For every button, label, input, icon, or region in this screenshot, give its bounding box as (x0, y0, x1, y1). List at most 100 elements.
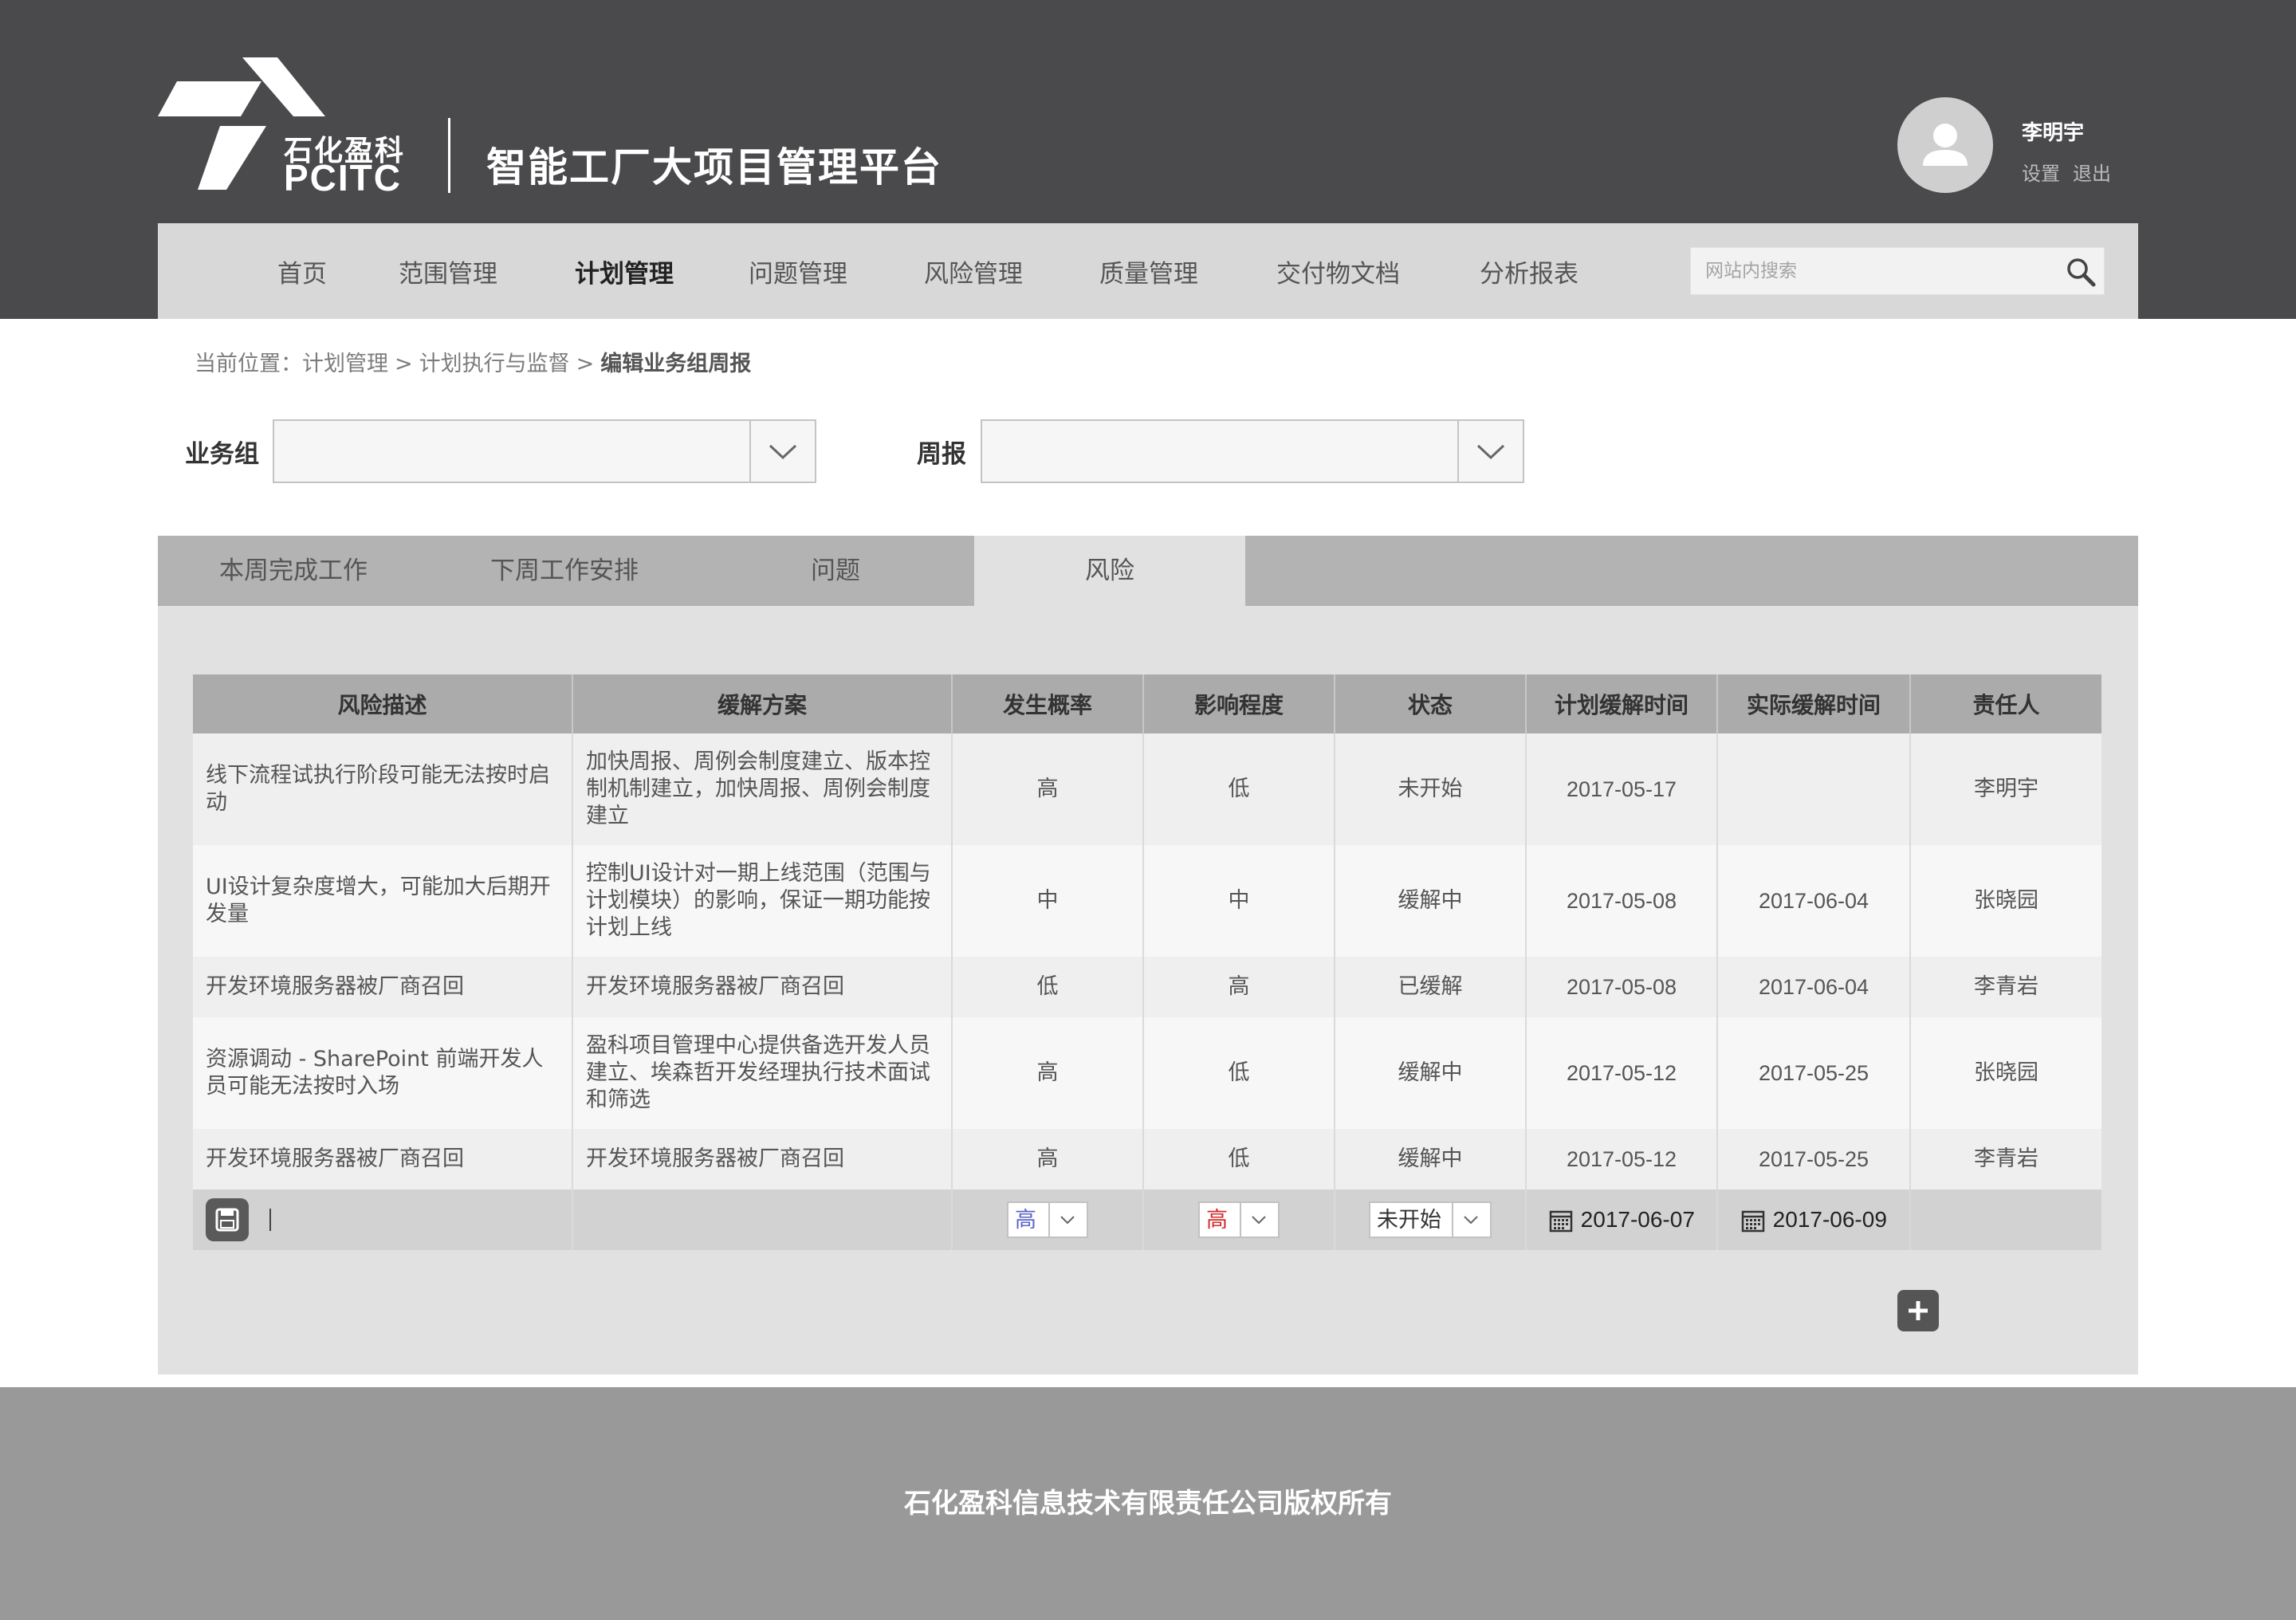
platform-title: 智能工厂大项目管理平台 (486, 144, 942, 191)
status-select-toggle[interactable] (1452, 1203, 1490, 1237)
tab-risks[interactable]: 风险 (974, 536, 1245, 606)
actual-date: 2017-05-25 (1717, 1017, 1911, 1129)
text-cursor (269, 1209, 271, 1231)
calendar-icon[interactable] (1548, 1208, 1574, 1233)
breadcrumb-separator: > (576, 352, 595, 376)
risk-description: UI设计复杂度增大，可能加大后期开发量 (193, 845, 573, 957)
footer-copyright: 石化盈科信息技术有限责任公司版权所有 (904, 1488, 1392, 1520)
risk-status: 缓解中 (1335, 1017, 1527, 1129)
risk-description: 资源调动 - SharePoint 前端开发人员可能无法按时入场 (193, 1017, 573, 1129)
risk-status: 缓解中 (1335, 1129, 1527, 1189)
risk-probability: 高 (952, 1017, 1144, 1129)
save-button[interactable] (206, 1198, 249, 1241)
group-select-toggle[interactable] (749, 421, 815, 482)
risk-description: 线下流程试执行阶段可能无法按时启动 (193, 733, 573, 845)
breadcrumb-separator: > (395, 352, 413, 376)
risk-owner: 李明宇 (1910, 733, 2101, 845)
search-box (1690, 247, 2105, 295)
planned-date-value: 2017-06-07 (1580, 1206, 1695, 1232)
impact-select-value: 高 (1206, 1208, 1228, 1233)
tab-issues[interactable]: 问题 (700, 536, 971, 606)
plus-icon (1909, 1301, 1928, 1320)
nav-item-risk[interactable]: 风险管理 (924, 254, 1023, 289)
planned-date-picker[interactable]: 2017-06-07 (1548, 1206, 1695, 1234)
table-row[interactable]: 线下流程试执行阶段可能无法按时启动 加快周报、周例会制度建立、版本控制机制建立，… (193, 733, 2101, 845)
planned-date: 2017-05-12 (1526, 1129, 1718, 1189)
risk-impact: 中 (1143, 845, 1335, 957)
settings-link[interactable]: 设置 (2022, 158, 2060, 186)
weekly-report-panel: 本周完成工作 下周工作安排 问题 风险 风险描述 缓解方案 发生概率 影响程度 … (158, 536, 2138, 1374)
chevron-down-icon (769, 444, 797, 460)
table-row[interactable]: 资源调动 - SharePoint 前端开发人员可能无法按时入场 盈科项目管理中… (193, 1017, 2101, 1129)
risk-impact: 低 (1143, 1017, 1335, 1129)
actual-date-picker[interactable]: 2017-06-09 (1740, 1206, 1887, 1234)
risk-mitigation: 盈科项目管理中心提供备选开发人员建立、埃森哲开发经理执行技术面试和筛选 (572, 1017, 953, 1129)
status-select-value: 未开始 (1377, 1208, 1441, 1233)
actual-date (1717, 733, 1911, 845)
probability-select-value: 高 (1015, 1208, 1036, 1233)
search-input[interactable] (1691, 248, 2070, 294)
status-select[interactable]: 未开始 (1369, 1201, 1492, 1238)
breadcrumb-item-plan[interactable]: 计划管理 (302, 352, 388, 376)
edit-row: 高 高 未开始 2017-06-07 2017-06-09 (193, 1189, 2101, 1250)
nav-item-scope[interactable]: 范围管理 (399, 254, 497, 289)
risk-impact: 低 (1143, 1129, 1335, 1189)
nav-item-deliverables[interactable]: 交付物文档 (1276, 254, 1400, 289)
table-row[interactable]: 开发环境服务器被厂商召回 开发环境服务器被厂商召回 低 高 已缓解 2017-0… (193, 957, 2101, 1017)
impact-select[interactable]: 高 (1198, 1201, 1280, 1238)
tab-next-week[interactable]: 下周工作安排 (429, 536, 700, 606)
column-header: 计划缓解时间 (1526, 674, 1718, 733)
column-header: 缓解方案 (572, 674, 953, 733)
risk-owner: 张晓园 (1910, 1017, 2101, 1129)
nav-item-reports[interactable]: 分析报表 (1480, 254, 1578, 289)
risk-mitigation: 加快周报、周例会制度建立、版本控制机制建立，加快周报、周例会制度建立 (572, 733, 953, 845)
save-icon (215, 1208, 239, 1232)
edit-planned-date-cell: 2017-06-07 (1526, 1189, 1718, 1250)
table-header-row: 风险描述 缓解方案 发生概率 影响程度 状态 计划缓解时间 实际缓解时间 责任人 (193, 674, 2101, 733)
nav-item-issue[interactable]: 问题管理 (749, 254, 847, 289)
report-label: 周报 (917, 440, 966, 469)
risk-probability: 低 (952, 957, 1144, 1017)
add-row-button[interactable] (1897, 1290, 1939, 1331)
impact-select-toggle[interactable] (1240, 1203, 1278, 1237)
probability-select-toggle[interactable] (1048, 1203, 1087, 1237)
table-row[interactable]: 开发环境服务器被厂商召回 开发环境服务器被厂商召回 高 低 缓解中 2017-0… (193, 1129, 2101, 1189)
edit-mitigation-input[interactable] (572, 1189, 953, 1250)
breadcrumb-prefix: 当前位置： (195, 352, 302, 376)
nav-item-plan[interactable]: 计划管理 (575, 254, 674, 289)
actual-date-value: 2017-06-09 (1772, 1206, 1887, 1232)
column-header: 影响程度 (1143, 674, 1335, 733)
nav-item-quality[interactable]: 质量管理 (1099, 254, 1198, 289)
search-icon[interactable] (2064, 256, 2099, 288)
probability-select[interactable]: 高 (1007, 1201, 1088, 1238)
risk-owner: 张晓园 (1910, 845, 2101, 957)
risk-impact: 低 (1143, 733, 1335, 845)
risk-mitigation: 控制UI设计对一期上线范围（范围与计划模块）的影响，保证一期功能按计划上线 (572, 845, 953, 957)
tab-this-week[interactable]: 本周完成工作 (158, 536, 429, 606)
column-header: 状态 (1335, 674, 1527, 733)
actual-date: 2017-06-04 (1717, 845, 1911, 957)
breadcrumb: 当前位置：计划管理 > 计划执行与监督 > 编辑业务组周报 (195, 346, 751, 377)
actual-date: 2017-05-25 (1717, 1129, 1911, 1189)
edit-actual-date-cell: 2017-06-09 (1717, 1189, 1911, 1250)
logout-link[interactable]: 退出 (2073, 158, 2111, 186)
risk-status: 已缓解 (1335, 957, 1527, 1017)
group-select[interactable] (273, 419, 816, 483)
calendar-icon[interactable] (1740, 1208, 1766, 1233)
nav-item-home[interactable]: 首页 (277, 254, 327, 289)
tab-bar: 本周完成工作 下周工作安排 问题 风险 (158, 536, 2138, 606)
report-select[interactable] (981, 419, 1524, 483)
edit-owner-input[interactable] (1910, 1189, 2101, 1250)
report-select-toggle[interactable] (1457, 421, 1523, 482)
column-header: 风险描述 (193, 674, 573, 733)
breadcrumb-item-execution[interactable]: 计划执行与监督 (419, 352, 570, 376)
edit-description-cell[interactable] (193, 1189, 573, 1250)
edit-status-cell: 未开始 (1335, 1189, 1527, 1250)
table-row[interactable]: UI设计复杂度增大，可能加大后期开发量 控制UI设计对一期上线范围（范围与计划模… (193, 845, 2101, 957)
risk-probability: 高 (952, 733, 1144, 845)
planned-date: 2017-05-08 (1526, 845, 1718, 957)
risk-table: 风险描述 缓解方案 发生概率 影响程度 状态 计划缓解时间 实际缓解时间 责任人… (193, 674, 2101, 1250)
breadcrumb-item-current: 编辑业务组周报 (600, 352, 752, 376)
chevron-down-icon (1060, 1216, 1075, 1225)
user-avatar-icon[interactable] (1897, 97, 1993, 193)
